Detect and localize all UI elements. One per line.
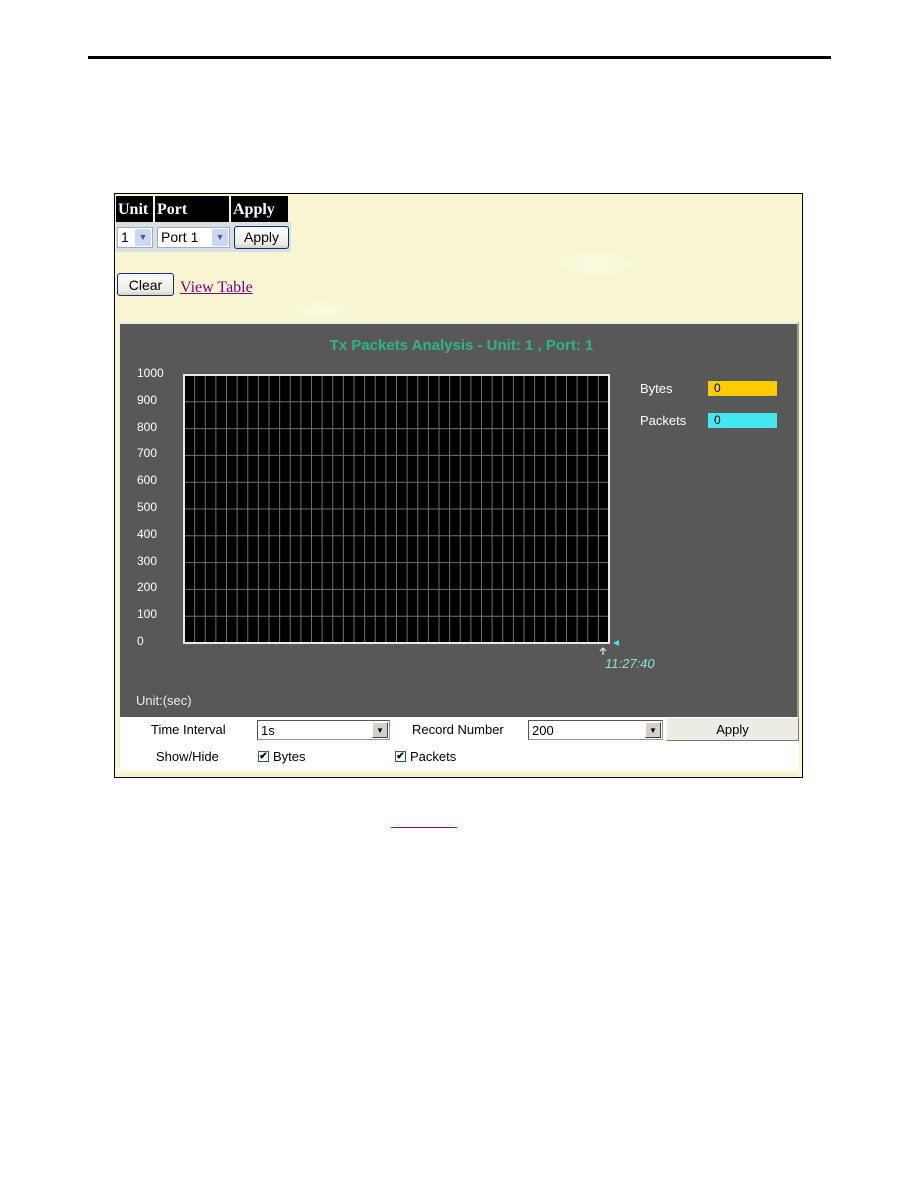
show-bytes-label: Bytes xyxy=(273,749,306,764)
unit-select[interactable]: 1 ▼ xyxy=(117,226,153,248)
time-marker-arrow-icon xyxy=(599,647,607,655)
port-select[interactable]: Port 1 ▼ xyxy=(157,226,230,248)
legend-label-bytes: Bytes xyxy=(640,381,673,396)
record-number-value: 200 xyxy=(532,722,554,738)
time-interval-value: 1s xyxy=(261,722,275,738)
show-hide-label: Show/Hide xyxy=(156,749,219,764)
unit-cell: 1 ▼ xyxy=(116,224,154,250)
selector-row: 1 ▼ Port 1 ▼ Apply xyxy=(116,222,291,252)
apply-cell: Apply xyxy=(233,224,291,250)
chart-controls: Time Interval 1s ▼ Record Number 200 ▼ A… xyxy=(118,717,799,772)
dropdown-arrow-icon[interactable]: ▼ xyxy=(645,722,661,738)
port-select-value: Port 1 xyxy=(161,229,199,245)
time-marker-label: 11:27:40 xyxy=(605,656,655,671)
show-packets-label: Packets xyxy=(410,749,457,764)
legend-label-packets: Packets xyxy=(640,413,687,428)
show-bytes-checkbox[interactable]: ✔ Bytes xyxy=(258,749,306,764)
unit-select-value: 1 xyxy=(121,229,129,245)
current-value-marker-icon xyxy=(613,640,619,646)
apply-selection-button[interactable]: Apply xyxy=(234,225,289,249)
frame-bottom-strip xyxy=(118,768,799,775)
clear-button[interactable]: Clear xyxy=(117,273,174,296)
dropdown-arrow-icon[interactable]: ▼ xyxy=(372,722,388,738)
plot-area xyxy=(183,374,619,655)
page-top-rule xyxy=(88,56,831,59)
record-number-label: Record Number xyxy=(412,722,504,737)
show-packets-checkbox[interactable]: ✔ Packets xyxy=(395,749,456,764)
chart-panel: Tx Packets Analysis - Unit: 1 , Port: 1 … xyxy=(118,322,799,717)
checkbox-checked-icon[interactable]: ✔ xyxy=(395,751,406,762)
legend-value-bytes: 0 xyxy=(708,381,777,396)
checkbox-checked-icon[interactable]: ✔ xyxy=(258,751,269,762)
time-interval-label: Time Interval xyxy=(151,722,226,737)
record-number-select[interactable]: 200 ▼ xyxy=(528,720,663,740)
header-unit: Unit xyxy=(116,196,153,222)
legend-value-packets: 0 xyxy=(708,413,777,428)
chevron-down-icon[interactable]: ▼ xyxy=(212,228,228,246)
header-port: Port xyxy=(155,196,229,222)
hyperlink-underline[interactable] xyxy=(391,827,457,828)
x-axis-unit-label: Unit:(sec) xyxy=(136,693,192,708)
chevron-down-icon[interactable]: ▼ xyxy=(135,228,151,246)
view-table-link[interactable]: View Table xyxy=(180,279,253,297)
time-interval-select[interactable]: 1s ▼ xyxy=(257,720,390,740)
port-cell: Port 1 ▼ xyxy=(156,224,231,250)
selector-header: Unit Port Apply xyxy=(116,196,288,222)
apply-chart-settings-button[interactable]: Apply xyxy=(666,717,799,741)
header-apply: Apply xyxy=(231,196,288,222)
